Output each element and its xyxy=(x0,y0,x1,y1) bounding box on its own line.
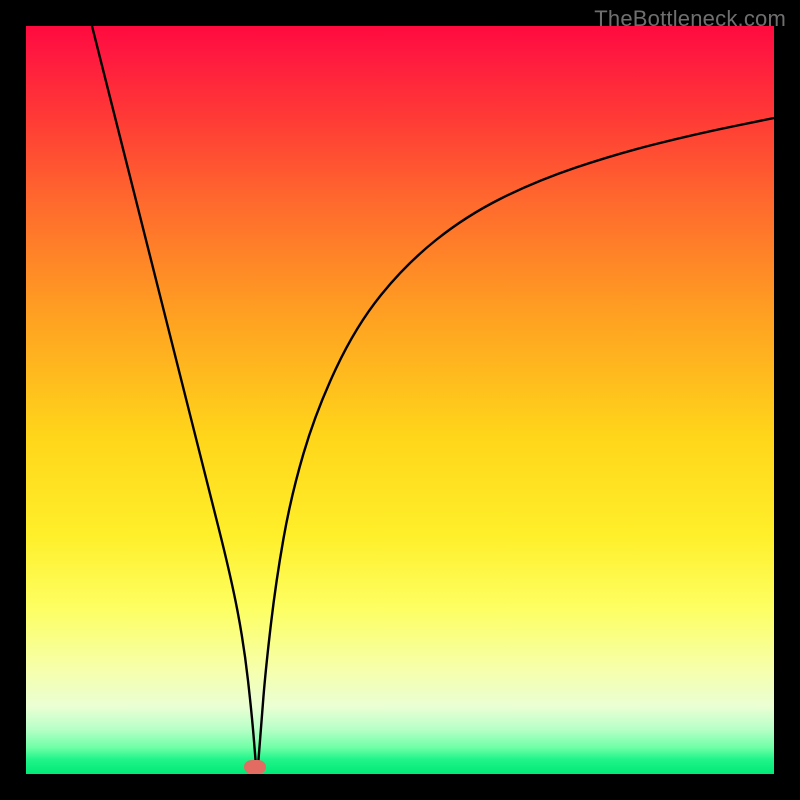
bottleneck-curve xyxy=(26,26,774,774)
watermark-text: TheBottleneck.com xyxy=(594,6,786,32)
plot-area xyxy=(26,26,774,774)
curve-left-branch xyxy=(92,26,256,766)
curve-right-branch xyxy=(258,118,774,766)
optimal-point-marker xyxy=(244,760,266,774)
